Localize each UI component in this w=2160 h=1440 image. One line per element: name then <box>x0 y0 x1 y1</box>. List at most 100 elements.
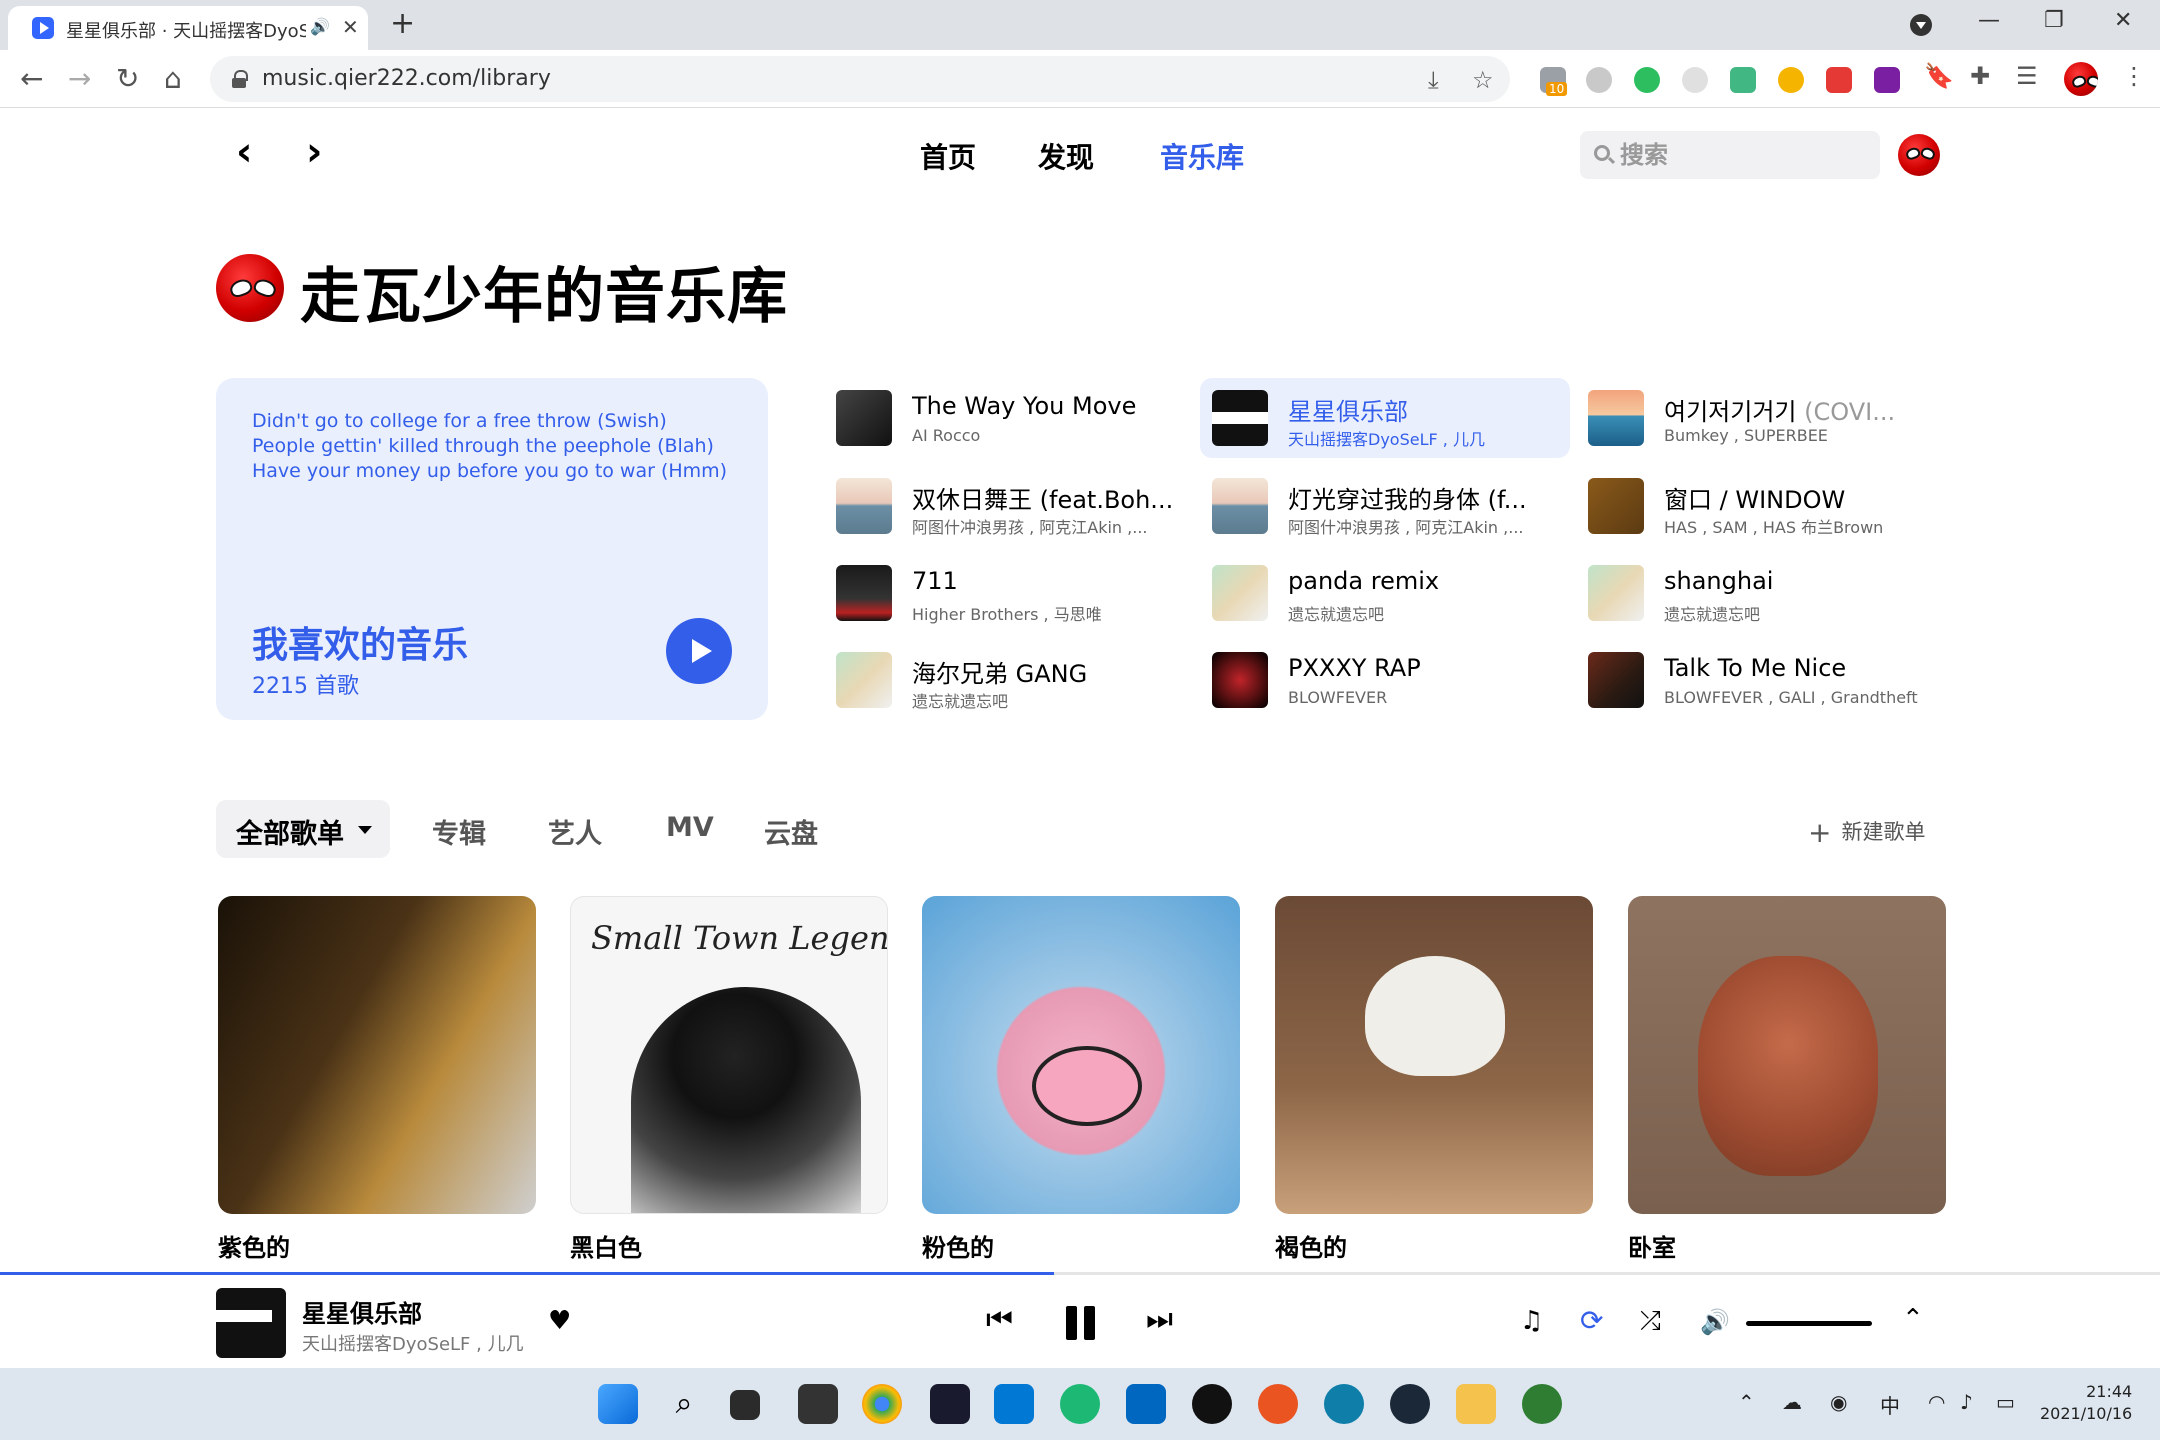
webstorm-icon[interactable] <box>930 1384 970 1424</box>
play-liked-button[interactable] <box>666 618 732 684</box>
window-close-button[interactable]: ✕ <box>2114 8 2132 33</box>
new-playlist-button[interactable]: + 新建歌单 <box>1808 816 1925 849</box>
volume-slider[interactable] <box>1746 1321 1872 1326</box>
playlist-cover[interactable]: Small Town Legend <box>570 896 888 1214</box>
playlist-name[interactable]: 粉色的 <box>922 1228 994 1263</box>
extension-icon[interactable] <box>1586 67 1612 93</box>
taskbar-clock[interactable]: 21:44 2021/10/16 <box>2040 1381 2132 1425</box>
browser-back-icon[interactable]: ← <box>20 62 43 95</box>
back-icon[interactable]: ‹ <box>236 132 252 172</box>
nav-library[interactable]: 音乐库 <box>1160 136 1244 176</box>
playlist-name[interactable]: 褐色的 <box>1275 1228 1347 1263</box>
vue-devtools-icon[interactable] <box>1730 67 1756 93</box>
playlist-name[interactable]: 黑白色 <box>570 1228 642 1263</box>
store-icon[interactable] <box>1126 1384 1166 1424</box>
bookmark-star-icon[interactable]: ☆ <box>1472 66 1494 94</box>
volume-icon[interactable]: 🔊 <box>1700 1308 1730 1336</box>
song-item[interactable]: 여기저기거기 (COVI... Bumkey , SUPERBEE <box>1576 378 1946 458</box>
song-item[interactable]: shanghai 遗忘就遗忘吧 <box>1576 553 1946 633</box>
reload-icon[interactable]: ↻ <box>116 62 139 95</box>
forward-icon[interactable]: › <box>306 132 322 172</box>
song-item-playing[interactable]: 星星俱乐部 天山摇摆客DyoSeLF , 儿几 <box>1200 378 1570 458</box>
music-app-icon[interactable] <box>1522 1384 1562 1424</box>
repeat-icon[interactable]: ⟳ <box>1580 1304 1603 1337</box>
playlist-card[interactable]: 卧室 <box>1628 896 1948 1262</box>
liked-songs-card[interactable]: Didn't go to college for a free throw (S… <box>216 378 768 720</box>
nav-home[interactable]: 首页 <box>920 136 976 176</box>
song-item[interactable]: Talk To Me Nice BLOWFEVER , GALI , Grand… <box>1576 640 1946 720</box>
playlist-name[interactable]: 紫色的 <box>218 1228 290 1263</box>
start-menu-icon[interactable] <box>598 1384 638 1424</box>
song-item[interactable]: 海尔兄弟 GANG 遗忘就遗忘吧 <box>824 640 1194 720</box>
song-item[interactable]: PXXXY RAP BLOWFEVER <box>1200 640 1570 720</box>
qq-tray-icon[interactable]: ◉ <box>1830 1390 1847 1414</box>
playlist-cover[interactable] <box>1628 896 1946 1214</box>
file-explorer-icon[interactable] <box>1456 1384 1496 1424</box>
playlist-queue-icon[interactable]: ♫ <box>1520 1306 1543 1336</box>
tab-mv[interactable]: MV <box>666 812 714 843</box>
previous-track-icon[interactable]: ⏮ <box>986 1302 1013 1337</box>
puzzle-icon[interactable]: ✚ <box>1970 62 1990 90</box>
profile-avatar[interactable] <box>2064 62 2098 96</box>
next-track-icon[interactable]: ⏭ <box>1146 1302 1173 1337</box>
playlist-card[interactable]: 紫色的 <box>218 896 538 1262</box>
song-item[interactable]: 双休日舞王 (feat.Boh... 阿图什冲浪男孩 , 阿克江Akin ,..… <box>824 466 1194 546</box>
now-playing-artist[interactable]: 天山摇摆客DyoSeLF , 儿几 <box>302 1330 524 1356</box>
search-input[interactable] <box>1620 139 1870 171</box>
speaker-icon[interactable]: 🔊 <box>310 17 330 36</box>
tray-chevron-icon[interactable]: ⌃ <box>1738 1390 1755 1414</box>
window-restore-button[interactable]: ❐ <box>2044 8 2064 33</box>
song-item[interactable]: panda remix 遗忘就遗忘吧 <box>1200 553 1570 633</box>
playlist-card[interactable]: 粉色的 <box>922 896 1242 1262</box>
extension-icon[interactable] <box>1682 67 1708 93</box>
tab-artists[interactable]: 艺人 <box>548 812 602 851</box>
pause-button[interactable] <box>1064 1306 1098 1340</box>
like-heart-icon[interactable]: ♥ <box>548 1306 571 1336</box>
search-icon[interactable]: ⌕ <box>664 1384 704 1424</box>
extension-icon[interactable] <box>1874 67 1900 93</box>
playlist-card[interactable]: 褐色的 <box>1275 896 1595 1262</box>
reading-list-icon[interactable]: ☰ <box>2016 62 2038 90</box>
playlist-card[interactable]: Small Town Legend 黑白色 <box>570 896 890 1262</box>
evernote-icon[interactable] <box>1634 67 1660 93</box>
ubuntu-icon[interactable] <box>1258 1384 1298 1424</box>
expand-lyrics-icon[interactable]: ⌃ <box>1902 1304 1924 1334</box>
search-box[interactable] <box>1580 131 1880 179</box>
song-item[interactable]: 灯光穿过我的身体 (f... 阿图什冲浪男孩 , 阿克江Akin ,... <box>1200 466 1570 546</box>
song-item[interactable]: The Way You Move AI Rocco <box>824 378 1194 458</box>
fe-helper-icon[interactable] <box>1826 67 1852 93</box>
new-tab-button[interactable]: + <box>390 6 415 41</box>
playlist-name[interactable]: 卧室 <box>1628 1228 1676 1263</box>
song-item[interactable]: 窗口 / WINDOW HAS , SAM , HAS 布兰Brown <box>1576 466 1946 546</box>
shuffle-icon[interactable]: ⤮ <box>1640 1306 1661 1337</box>
vscode-icon[interactable] <box>994 1384 1034 1424</box>
song-item[interactable]: 711 Higher Brothers , 马思唯 <box>824 553 1194 633</box>
tab-all-playlists[interactable]: 全部歌单 <box>216 800 390 858</box>
app-icon[interactable] <box>1060 1384 1100 1424</box>
user-avatar[interactable] <box>1898 134 1940 176</box>
chrome-icon[interactable] <box>862 1384 902 1424</box>
tab-cloud[interactable]: 云盘 <box>764 812 818 851</box>
app-icon[interactable] <box>1324 1384 1364 1424</box>
tab-albums[interactable]: 专辑 <box>432 812 486 851</box>
home-icon[interactable]: ⌂ <box>164 62 182 95</box>
tab-close-icon[interactable]: ✕ <box>342 15 359 39</box>
tab-search-icon[interactable] <box>1910 14 1932 36</box>
playlist-cover[interactable] <box>922 896 1240 1214</box>
url-text[interactable]: music.qier222.com/library <box>262 66 551 91</box>
bookmark-icon[interactable]: 🔖 <box>1924 62 1954 90</box>
lock-icon[interactable] <box>232 70 248 88</box>
window-minimize-button[interactable]: — <box>1978 8 2000 33</box>
terminal-icon[interactable] <box>798 1384 838 1424</box>
battery-icon[interactable]: ▭ <box>1996 1390 2015 1414</box>
ime-indicator[interactable]: 中 <box>1880 1390 1900 1419</box>
volume-tray-icon[interactable]: ♪ <box>1960 1390 1973 1414</box>
wifi-icon[interactable]: ◠ <box>1928 1390 1945 1414</box>
more-menu-icon[interactable]: ⋮ <box>2122 62 2146 90</box>
steam-icon[interactable] <box>1390 1384 1430 1424</box>
progress-fill[interactable] <box>0 1272 1055 1275</box>
qq-icon[interactable] <box>1192 1384 1232 1424</box>
playlist-cover[interactable] <box>1275 896 1593 1214</box>
task-view-icon[interactable] <box>730 1390 760 1420</box>
nav-explore[interactable]: 发现 <box>1038 136 1094 176</box>
